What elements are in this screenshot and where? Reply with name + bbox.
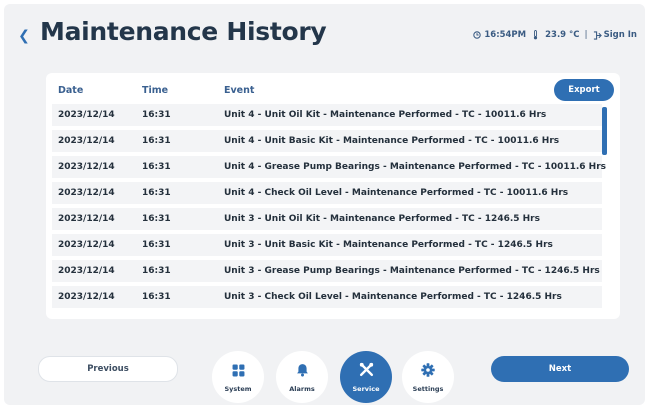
nav-settings-button[interactable]: Settings: [402, 351, 454, 403]
nav-service-button[interactable]: Service: [340, 351, 392, 403]
nav-alarms-button[interactable]: Alarms: [276, 351, 328, 403]
cell-event: Unit 3 - Unit Basic Kit - Maintenance Pe…: [224, 240, 553, 250]
cell-event: Unit 4 - Unit Oil Kit - Maintenance Perf…: [224, 110, 547, 120]
table-header: Date Time Event: [46, 81, 620, 99]
divider: |: [584, 30, 588, 40]
previous-button[interactable]: Previous: [38, 356, 178, 382]
cell-date: 2023/12/14: [58, 162, 115, 172]
login-icon: [593, 30, 602, 40]
cell-event: Unit 4 - Check Oil Level - Maintenance P…: [224, 188, 569, 198]
table-row[interactable]: 2023/12/14 16:31 Unit 4 - Check Oil Leve…: [52, 182, 602, 204]
cell-time: 16:31: [142, 136, 171, 146]
table-row[interactable]: 2023/12/14 16:31 Unit 4 - Unit Oil Kit -…: [52, 104, 602, 126]
nav-label: Alarms: [289, 384, 315, 393]
nav-label: Settings: [412, 384, 444, 393]
cell-event: Unit 3 - Grease Pump Bearings - Maintena…: [224, 266, 600, 276]
cell-date: 2023/12/14: [58, 136, 115, 146]
nav-system-button[interactable]: System: [212, 351, 264, 403]
screen: ❮ Maintenance History 16:54PM 23.9 °C | …: [4, 4, 645, 405]
nav-label: System: [224, 384, 252, 393]
table-row[interactable]: 2023/12/14 16:31 Unit 4 - Grease Pump Be…: [52, 156, 606, 178]
cell-date: 2023/12/14: [58, 214, 115, 224]
clock-icon: [473, 31, 482, 39]
cell-date: 2023/12/14: [58, 110, 115, 120]
cell-event: Unit 3 - Check Oil Level - Maintenance P…: [224, 292, 562, 302]
cell-date: 2023/12/14: [58, 292, 115, 302]
table-row[interactable]: 2023/12/14 16:31 Unit 4 - Unit Basic Kit…: [52, 130, 602, 152]
chevron-left-icon: ❮: [18, 28, 30, 44]
clock-time: 16:54PM: [484, 30, 527, 40]
table-body: 2023/12/14 16:31 Unit 4 - Unit Oil Kit -…: [52, 104, 606, 312]
nav-label: Service: [352, 384, 380, 393]
cell-event: Unit 4 - Grease Pump Bearings - Maintena…: [224, 162, 607, 172]
cell-time: 16:31: [142, 188, 171, 198]
sign-in-label: Sign In: [603, 30, 637, 40]
cell-time: 16:31: [142, 266, 171, 276]
cell-date: 2023/12/14: [58, 240, 115, 250]
history-table: Date Time Event Export 2023/12/14 16:31 …: [46, 73, 620, 319]
cell-date: 2023/12/14: [58, 188, 115, 198]
cell-time: 16:31: [142, 292, 171, 302]
cell-time: 16:31: [142, 110, 171, 120]
cell-time: 16:31: [142, 240, 171, 250]
status-bar: 16:54PM 23.9 °C | Sign In: [473, 28, 637, 42]
sign-in-button[interactable]: Sign In: [593, 30, 637, 40]
cell-time: 16:31: [142, 214, 171, 224]
cell-time: 16:31: [142, 162, 171, 172]
table-row[interactable]: 2023/12/14 16:31 Unit 3 - Check Oil Leve…: [52, 286, 602, 308]
cell-date: 2023/12/14: [58, 266, 115, 276]
temperature: 23.9 °C: [545, 30, 580, 40]
table-row[interactable]: 2023/12/14 16:31 Unit 3 - Unit Oil Kit -…: [52, 208, 602, 230]
thermometer-icon: [533, 30, 538, 40]
next-button[interactable]: Next: [491, 356, 629, 382]
cell-event: Unit 3 - Unit Oil Kit - Maintenance Perf…: [224, 214, 540, 224]
gear-icon: [421, 362, 435, 381]
column-header-event: Event: [224, 85, 255, 96]
page-title: Maintenance History: [40, 17, 327, 46]
column-header-date: Date: [58, 85, 84, 96]
export-button[interactable]: Export: [554, 79, 614, 101]
bell-icon: [296, 362, 309, 381]
back-button[interactable]: ❮: [16, 26, 32, 46]
scrollbar-thumb[interactable]: [602, 107, 607, 155]
table-row[interactable]: 2023/12/14 16:31 Unit 3 - Unit Basic Kit…: [52, 234, 602, 256]
table-row[interactable]: 2023/12/14 16:31 Unit 3 - Grease Pump Be…: [52, 260, 602, 282]
column-header-time: Time: [142, 85, 169, 96]
grid-icon: [232, 362, 245, 381]
cell-event: Unit 4 - Unit Basic Kit - Maintenance Pe…: [224, 136, 560, 146]
tools-icon: [359, 362, 374, 381]
